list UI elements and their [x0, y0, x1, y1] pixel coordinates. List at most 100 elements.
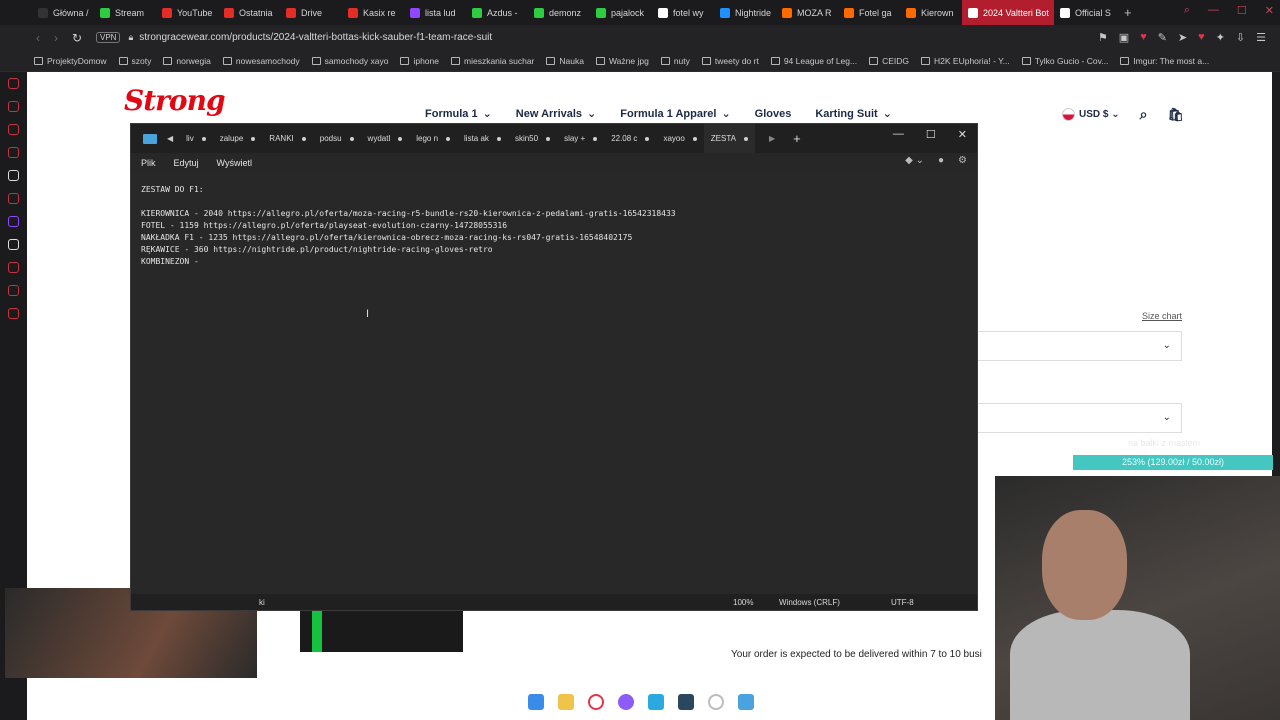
- menu-item[interactable]: Wyświetl: [217, 158, 252, 168]
- maximize-icon[interactable]: ☐: [926, 128, 936, 141]
- download-icon[interactable]: ⇩: [1236, 31, 1245, 44]
- sidebar-messenger-icon[interactable]: [8, 78, 19, 89]
- browser-tab[interactable]: Stream: [94, 0, 156, 25]
- reload-icon[interactable]: ↻: [72, 31, 82, 45]
- store-nav-item[interactable]: New Arrivals ⌄: [516, 107, 596, 121]
- sidebar-ai-icon[interactable]: [8, 170, 19, 181]
- vpn-badge[interactable]: VPN: [96, 32, 121, 43]
- browser-tab[interactable]: 2024 Valtteri Bot: [962, 0, 1054, 25]
- browser-tab[interactable]: Official S: [1054, 0, 1116, 25]
- puzzle-icon[interactable]: ✦: [1216, 31, 1225, 44]
- store-nav-item[interactable]: Formula 1 Apparel ⌄: [620, 107, 730, 121]
- size-chart-link[interactable]: Size chart: [1142, 311, 1182, 321]
- browser-tab[interactable]: Drive: [280, 0, 342, 25]
- line-endings[interactable]: Windows (CRLF): [779, 598, 840, 607]
- bookmark-item[interactable]: CEIDG: [869, 56, 909, 66]
- menu-icon[interactable]: ☰: [1256, 31, 1266, 44]
- notepad-tab[interactable]: RANKI: [262, 124, 312, 153]
- browser-tab[interactable]: Kierown: [900, 0, 962, 25]
- notepad-tab[interactable]: xayoo: [656, 124, 703, 153]
- browser-tab[interactable]: MOZA R: [776, 0, 838, 25]
- extensions-icon[interactable]: ✎: [1158, 31, 1167, 44]
- notepad-text-area[interactable]: ZESTAW DO F1: KIEROWNICA - 2040 https://a…: [141, 184, 971, 268]
- bookmark-item[interactable]: norwegia: [163, 56, 211, 66]
- tab-scroll-left-icon[interactable]: ◀: [167, 134, 173, 143]
- browser-tab[interactable]: lista lud: [404, 0, 466, 25]
- bookmark-item[interactable]: tweety do rt: [701, 56, 759, 66]
- notepad-tab[interactable]: ZESTA: [703, 124, 755, 153]
- account-icon[interactable]: ●: [938, 155, 944, 166]
- browser-tab[interactable]: YouTube: [156, 0, 218, 25]
- copilot-icon[interactable]: ◆ ⌄: [905, 155, 924, 166]
- variant-select[interactable]: ⌄: [978, 403, 1182, 433]
- sidebar-music-icon[interactable]: [8, 147, 19, 158]
- sidebar-history-icon[interactable]: [8, 262, 19, 273]
- unsaved-dot-icon[interactable]: [446, 136, 451, 141]
- bookmark-icon[interactable]: ⚑: [1098, 31, 1108, 44]
- browser-tab[interactable]: fotel wy: [652, 0, 714, 25]
- new-tab-button[interactable]: +: [1116, 5, 1140, 20]
- sidebar-settings-icon[interactable]: [8, 193, 19, 204]
- unsaved-dot-icon[interactable]: [398, 136, 403, 141]
- unsaved-dot-icon[interactable]: [546, 136, 551, 141]
- minimize-icon[interactable]: —: [893, 128, 904, 141]
- heart-icon[interactable]: ♥: [1140, 31, 1147, 44]
- browser-tab[interactable]: Kasix re: [342, 0, 404, 25]
- screenshot-icon[interactable]: ▣: [1119, 31, 1129, 44]
- bookmark-item[interactable]: H2K EUphoria! - Y...: [921, 56, 1010, 66]
- send-icon[interactable]: ➤: [1178, 31, 1187, 44]
- notepad-taskbar-icon[interactable]: [738, 694, 754, 710]
- encoding[interactable]: UTF-8: [891, 598, 914, 607]
- steam-icon[interactable]: [678, 694, 694, 710]
- unsaved-dot-icon[interactable]: [743, 136, 748, 141]
- notepad-tab[interactable]: 22.08 c: [604, 124, 656, 153]
- bookmark-item[interactable]: Tylko Gucio - Cov...: [1021, 56, 1108, 66]
- bookmark-item[interactable]: nowesamochody: [222, 56, 300, 66]
- sidebar-twitch-icon[interactable]: [8, 216, 19, 227]
- currency-selector[interactable]: USD $ ⌄: [1062, 108, 1120, 121]
- favorites-icon[interactable]: ♥: [1198, 31, 1205, 44]
- bookmark-item[interactable]: iphone: [400, 56, 439, 66]
- sidebar-instagram-icon[interactable]: [8, 124, 19, 135]
- unsaved-dot-icon[interactable]: [301, 136, 306, 141]
- notepad-tab[interactable]: wydatl: [361, 124, 410, 153]
- tab-scroll-right-icon[interactable]: ▶: [769, 134, 775, 143]
- sidebar-gear-icon[interactable]: [8, 308, 19, 319]
- notepad-tab[interactable]: zalupe: [213, 124, 263, 153]
- opera-icon[interactable]: [588, 694, 604, 710]
- url-field[interactable]: strongracewear.com/products/2024-valtter…: [139, 32, 492, 43]
- bookmark-item[interactable]: Imgur: The most a...: [1120, 56, 1209, 66]
- file-explorer-icon[interactable]: [558, 694, 574, 710]
- browser-tab[interactable]: demonz: [528, 0, 590, 25]
- browser-tab[interactable]: Nightride: [714, 0, 776, 25]
- store-nav-item[interactable]: Gloves: [755, 107, 792, 120]
- new-tab-button[interactable]: +: [793, 131, 801, 146]
- notepad-tab[interactable]: liv: [179, 124, 213, 153]
- sidebar-x-icon[interactable]: [8, 239, 19, 250]
- bookmark-item[interactable]: 94 League of Leg...: [770, 56, 857, 66]
- notepad-tab[interactable]: slay +: [557, 124, 604, 153]
- notepad-tab[interactable]: lista ak: [457, 124, 508, 153]
- unsaved-dot-icon[interactable]: [692, 136, 697, 141]
- bookmark-item[interactable]: ProjektyDomow: [34, 56, 107, 66]
- store-nav-item[interactable]: Formula 1 ⌄: [425, 107, 492, 121]
- bookmark-item[interactable]: nuty: [660, 56, 690, 66]
- close-icon[interactable]: ✕: [958, 128, 967, 141]
- minimize-icon[interactable]: —: [1208, 4, 1219, 17]
- menu-item[interactable]: Plik: [141, 158, 156, 168]
- forward-icon[interactable]: ›: [54, 31, 58, 45]
- sidebar-whatsapp-icon[interactable]: [8, 101, 19, 112]
- store-nav-item[interactable]: Karting Suit ⌄: [815, 107, 892, 121]
- unsaved-dot-icon[interactable]: [593, 136, 598, 141]
- unsaved-dot-icon[interactable]: [201, 136, 206, 141]
- back-icon[interactable]: ‹: [36, 31, 40, 45]
- search-icon[interactable]: ⌕: [1140, 106, 1148, 123]
- discord-icon[interactable]: [618, 694, 634, 710]
- notepad-tab[interactable]: skin50: [508, 124, 557, 153]
- bookmark-item[interactable]: szoty: [118, 56, 151, 66]
- close-icon[interactable]: ✕: [1265, 4, 1274, 17]
- notepad-tab[interactable]: podsu: [313, 124, 361, 153]
- cart-icon[interactable]: 🛍︎: [1167, 107, 1184, 123]
- zoom-level[interactable]: 100%: [733, 598, 753, 607]
- product-thumbnail[interactable]: [300, 611, 463, 652]
